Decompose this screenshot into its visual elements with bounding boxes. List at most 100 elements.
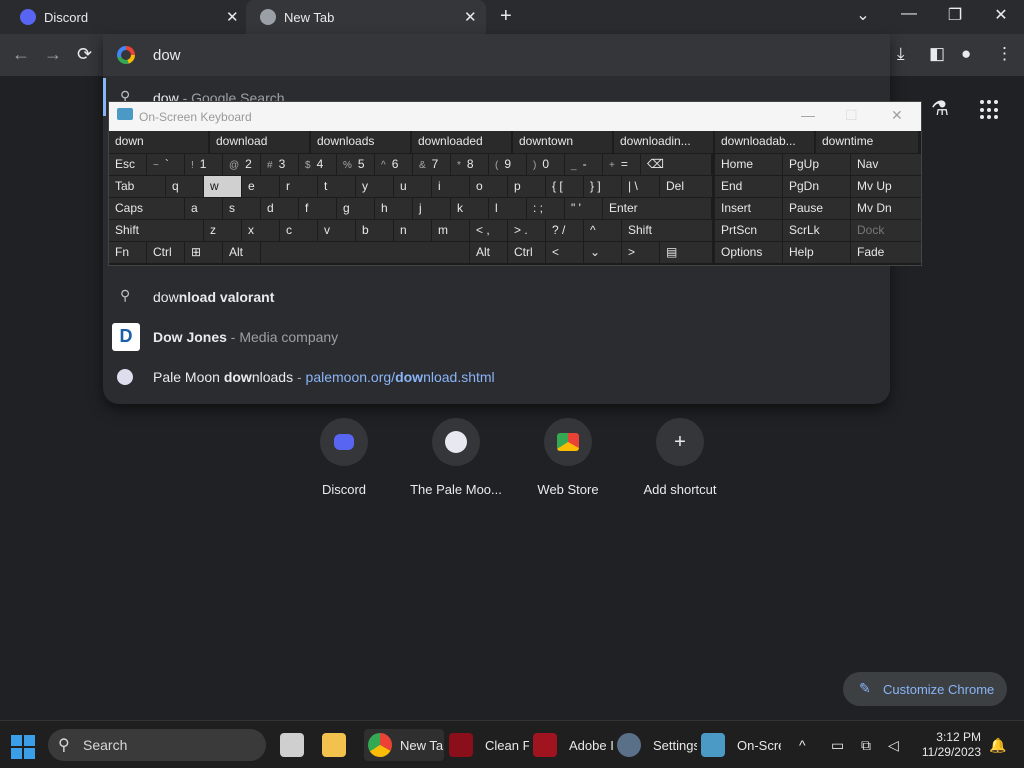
- key[interactable]: Mv Dn: [851, 198, 921, 219]
- key[interactable]: w: [204, 176, 241, 197]
- volume-icon[interactable]: ◁: [888, 737, 899, 754]
- key-PgUp[interactable]: PgUp: [783, 154, 850, 175]
- close-window-button[interactable]: ✕: [986, 5, 1016, 25]
- key[interactable]: Mv Up: [851, 176, 921, 197]
- prediction-item[interactable]: downtime: [816, 131, 919, 153]
- key-Home[interactable]: Home: [715, 154, 782, 175]
- taskbar-app-settings[interactable]: Settings: [617, 729, 697, 761]
- prediction-item[interactable]: downtown: [513, 131, 613, 153]
- customize-chrome-button[interactable]: ✎ Customize Chrome: [843, 672, 1007, 706]
- back-button[interactable]: ←: [12, 44, 30, 65]
- prediction-item[interactable]: down: [109, 131, 209, 153]
- key[interactable]: { [: [546, 176, 583, 197]
- omnibox[interactable]: [103, 34, 890, 76]
- key-9[interactable]: (9: [489, 154, 526, 175]
- taskbar-app-chrome[interactable]: New Tab: [364, 729, 444, 761]
- key[interactable]: >: [622, 242, 659, 263]
- close-tab-icon[interactable]: ✕: [464, 8, 477, 26]
- file-explorer-icon[interactable]: [322, 729, 348, 761]
- key[interactable]: a: [185, 198, 222, 219]
- network-icon[interactable]: ▭: [831, 737, 844, 754]
- key[interactable]: n: [394, 220, 431, 241]
- minimize-button[interactable]: —: [801, 107, 815, 123]
- prediction-item[interactable]: downloads: [311, 131, 411, 153]
- prediction-item[interactable]: download: [210, 131, 310, 153]
- download-icon[interactable]: ⤓: [897, 44, 905, 64]
- key[interactable]: Insert: [715, 198, 782, 219]
- key[interactable]: ? /: [546, 220, 583, 241]
- key[interactable]: > .: [508, 220, 545, 241]
- key[interactable]: | \: [622, 176, 659, 197]
- key[interactable]: t: [318, 176, 355, 197]
- new-tab-button[interactable]: +: [500, 5, 512, 28]
- osk-title-bar[interactable]: On-Screen Keyboard — ☐ ✕: [109, 102, 921, 131]
- taskbar-search[interactable]: ⚲ Search: [48, 729, 266, 761]
- clock[interactable]: 3:12 PM 11/29/2023: [917, 730, 981, 760]
- tab-search-icon[interactable]: ⌄: [848, 5, 878, 25]
- notification-bell-icon[interactable]: 🔔: [989, 737, 1006, 754]
- key[interactable]: ^: [584, 220, 621, 241]
- key[interactable]: ⌄: [584, 242, 621, 263]
- menu-icon[interactable]: ⋮: [996, 44, 1013, 64]
- key-⌫[interactable]: ⌫: [641, 154, 711, 175]
- add-shortcut-button[interactable]: + Add shortcut: [625, 418, 735, 497]
- key[interactable]: c: [280, 220, 317, 241]
- taskbar-app-clean-flash[interactable]: Clean Fl: [449, 729, 529, 761]
- key[interactable]: u: [394, 176, 431, 197]
- key[interactable]: g: [337, 198, 374, 219]
- key[interactable]: : ;: [527, 198, 564, 219]
- key[interactable]: < ,: [470, 220, 507, 241]
- key[interactable]: " ': [565, 198, 602, 219]
- key[interactable]: x: [242, 220, 279, 241]
- key[interactable]: v: [318, 220, 355, 241]
- key[interactable]: y: [356, 176, 393, 197]
- key-7[interactable]: & 7: [413, 154, 450, 175]
- key[interactable]: l: [489, 198, 526, 219]
- key[interactable]: Shift: [622, 220, 712, 241]
- shortcut-discord[interactable]: Discord: [289, 418, 399, 497]
- close-button[interactable]: ✕: [891, 107, 903, 124]
- key[interactable]: Fade: [851, 242, 921, 263]
- key[interactable]: Options: [715, 242, 782, 263]
- key[interactable]: Dock: [851, 220, 921, 241]
- key[interactable]: <: [546, 242, 583, 263]
- tab-discord[interactable]: Discord ✕: [0, 0, 246, 34]
- shortcut-pale-moon[interactable]: The Pale Moo...: [401, 418, 511, 497]
- key[interactable]: Del: [660, 176, 712, 197]
- key--[interactable]: _ -: [565, 154, 602, 175]
- key-4[interactable]: $4: [299, 154, 336, 175]
- key-1[interactable]: ! 1: [185, 154, 222, 175]
- windows-start-icon[interactable]: [11, 735, 35, 759]
- key-5[interactable]: % 5: [337, 154, 374, 175]
- key-0[interactable]: ) 0: [527, 154, 564, 175]
- tab-new-tab[interactable]: New Tab ✕: [246, 0, 486, 34]
- close-tab-icon[interactable]: ✕: [226, 8, 239, 26]
- key-=[interactable]: + =: [603, 154, 640, 175]
- task-view-icon[interactable]: [280, 729, 306, 761]
- omnibox-input[interactable]: dow: [153, 47, 181, 64]
- key[interactable]: ScrLk: [783, 220, 850, 241]
- key[interactable]: PgDn: [783, 176, 850, 197]
- key[interactable]: Shift: [109, 220, 203, 241]
- key[interactable]: } ]: [584, 176, 621, 197]
- prediction-item[interactable]: downloadab...: [715, 131, 815, 153]
- key[interactable]: k: [451, 198, 488, 219]
- taskbar-app-adobe[interactable]: Adobe I: [533, 729, 613, 761]
- key[interactable]: m: [432, 220, 469, 241]
- forward-button[interactable]: →: [44, 44, 62, 65]
- key-8[interactable]: * 8: [451, 154, 488, 175]
- key-Nav[interactable]: Nav: [851, 154, 921, 175]
- key[interactable]: ▤: [660, 242, 712, 263]
- key[interactable]: h: [375, 198, 412, 219]
- key[interactable]: Help: [783, 242, 850, 263]
- key[interactable]: j: [413, 198, 450, 219]
- key[interactable]: o: [470, 176, 507, 197]
- key[interactable]: Fn: [109, 242, 146, 263]
- google-apps-icon[interactable]: [980, 100, 1000, 120]
- key[interactable]: r: [280, 176, 317, 197]
- key[interactable]: Ctrl: [508, 242, 545, 263]
- restore-button[interactable]: ❐: [940, 5, 970, 25]
- spacebar[interactable]: [261, 242, 469, 263]
- key-6[interactable]: ^ 6: [375, 154, 412, 175]
- key[interactable]: Ctrl: [147, 242, 184, 263]
